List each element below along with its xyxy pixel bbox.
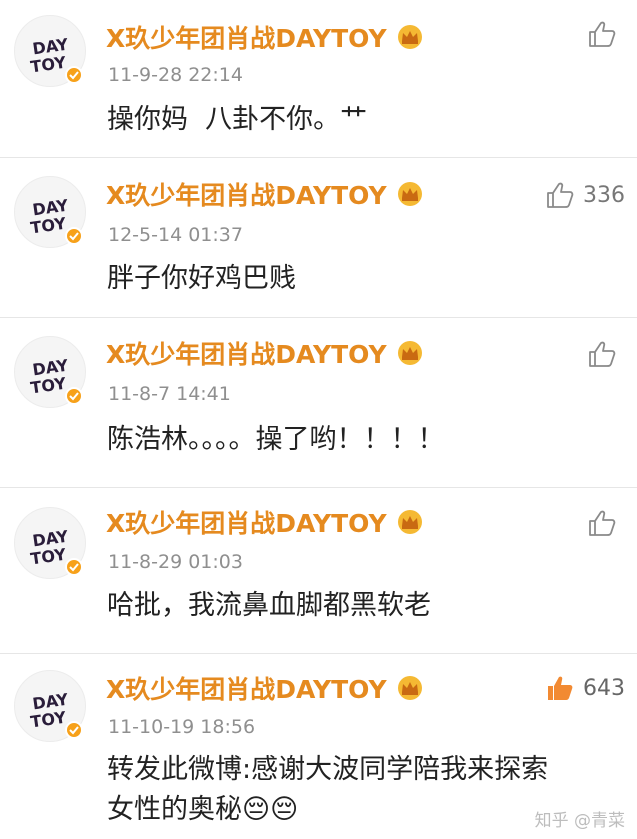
like-button[interactable] — [587, 17, 625, 51]
thumbs-up-icon — [589, 341, 616, 367]
comment-time: 11-8-7 14:41 — [108, 383, 231, 405]
username-row: X玖少年团肖战DAYTOY — [106, 19, 425, 55]
like-count: 336 — [583, 182, 625, 208]
comment-time: 12-5-14 01:37 — [108, 224, 243, 246]
svg-text:TOY: TOY — [29, 214, 67, 238]
thumbs-up-icon — [589, 510, 616, 536]
verified-badge-icon — [65, 66, 83, 84]
like-button[interactable]: 336 — [545, 178, 625, 212]
username-link[interactable]: X玖少年团肖战DAYTOY — [106, 335, 387, 371]
username-row: X玖少年团肖战DAYTOY — [106, 176, 425, 212]
comment-text: 陈浩林。。。。操了哟！！！！ — [107, 424, 445, 455]
crown-badge-icon — [397, 182, 422, 206]
avatar[interactable]: DAY TOY — [14, 670, 86, 742]
svg-text:TOY: TOY — [29, 53, 67, 77]
crown-badge-icon — [397, 25, 422, 49]
comment-item: DAY TOY X玖少年团肖战DAYTOY 11-8-7 14:41 陈浩林。。… — [0, 318, 637, 488]
avatar[interactable]: DAY TOY — [14, 336, 86, 408]
thumbs-up-icon — [589, 21, 616, 47]
thumbs-up-filled-icon — [548, 676, 573, 700]
comment-item: DAY TOY X玖少年团肖战DAYTOY 12-5-14 01:37 胖子你好… — [0, 158, 637, 318]
username-row: X玖少年团肖战DAYTOY — [106, 335, 425, 371]
like-button[interactable] — [587, 337, 625, 371]
avatar[interactable]: DAY TOY — [14, 176, 86, 248]
username-link[interactable]: X玖少年团肖战DAYTOY — [106, 19, 387, 55]
verified-badge-icon — [65, 227, 83, 245]
comment-time: 11-8-29 01:03 — [108, 551, 243, 573]
comment-time: 11-9-28 22:14 — [108, 64, 243, 86]
svg-text:TOY: TOY — [29, 545, 67, 569]
verified-badge-icon — [65, 558, 83, 576]
comment-time: 11-10-19 18:56 — [108, 716, 256, 738]
verified-badge-icon — [65, 721, 83, 739]
thumbs-up-icon — [547, 182, 574, 208]
username-link[interactable]: X玖少年团肖战DAYTOY — [106, 176, 387, 212]
username-row: X玖少年团肖战DAYTOY — [106, 670, 425, 706]
avatar[interactable]: DAY TOY — [14, 15, 86, 87]
comment-item: DAY TOY X玖少年团肖战DAYTOY 11-9-28 22:14 操你妈 … — [0, 0, 637, 158]
crown-badge-icon — [397, 510, 422, 534]
like-count: 643 — [583, 675, 625, 701]
username-row: X玖少年团肖战DAYTOY — [106, 504, 425, 540]
crown-badge-icon — [397, 341, 422, 365]
username-link[interactable]: X玖少年团肖战DAYTOY — [106, 670, 387, 706]
like-button[interactable]: 643 — [545, 671, 625, 705]
comment-text: 哈批，我流鼻血脚都黑软老 — [107, 590, 431, 621]
comment-item: DAY TOY X玖少年团肖战DAYTOY 11-8-29 01:03 哈批，我… — [0, 488, 637, 654]
comment-text: 胖子你好鸡巴贱 — [107, 263, 296, 294]
like-button[interactable] — [587, 506, 625, 540]
watermark: 知乎 @青菜 — [534, 811, 625, 831]
username-link[interactable]: X玖少年团肖战DAYTOY — [106, 504, 387, 540]
crown-badge-icon — [397, 676, 422, 700]
svg-text:TOY: TOY — [29, 374, 67, 398]
svg-text:TOY: TOY — [29, 708, 67, 732]
verified-badge-icon — [65, 387, 83, 405]
comment-text: 操你妈 八卦不你。艹 — [107, 104, 368, 135]
avatar[interactable]: DAY TOY — [14, 507, 86, 579]
